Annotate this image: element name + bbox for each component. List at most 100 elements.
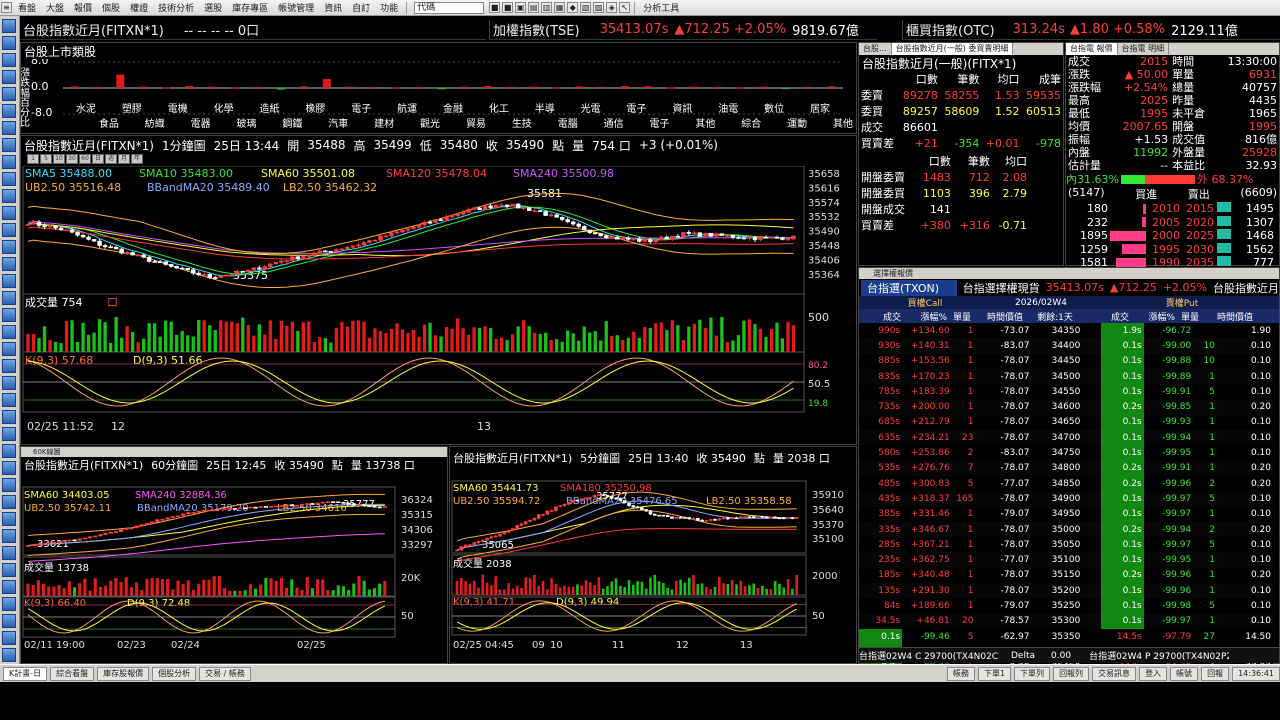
sector-label[interactable]: 通信 — [604, 118, 624, 130]
sector-label[interactable]: 居家 — [810, 102, 830, 115]
sector-bar[interactable] — [781, 88, 790, 89]
period-btn-week[interactable]: 週 — [105, 154, 117, 164]
tool-icon-3[interactable]: ▣ — [515, 2, 527, 13]
call-price[interactable]: 185s — [859, 568, 902, 583]
sector-label[interactable]: 建材 — [374, 117, 394, 130]
period-btn-5[interactable]: 5 — [40, 154, 52, 164]
side-tool-icon[interactable] — [2, 206, 16, 220]
chart2-tab[interactable]: 60K線圖 — [21, 447, 447, 457]
put-price[interactable]: 0.1s — [1100, 491, 1144, 507]
side-tool-icon[interactable] — [2, 393, 16, 407]
sector-bar[interactable] — [689, 86, 698, 88]
put-price[interactable]: 0.1s — [1100, 583, 1144, 599]
analysis-tools-menu[interactable]: 分析工具 — [638, 1, 684, 14]
bottom-btn-order1[interactable]: 下單1 — [977, 666, 1012, 681]
sector-bar[interactable] — [208, 86, 217, 88]
expiry-select[interactable]: 2026/02W4 — [991, 298, 1091, 308]
side-tool-icon[interactable] — [2, 597, 16, 611]
chart1-canvas[interactable]: SMA5 35488.00 SMA10 35483.00 SMA60 35501… — [21, 166, 856, 444]
side-tool-icon[interactable] — [2, 36, 16, 50]
sector-bar[interactable] — [827, 86, 836, 88]
sector-label[interactable]: 電子 — [351, 103, 371, 115]
call-price[interactable]: 34.5s — [859, 614, 902, 629]
sector-label[interactable]: 半導 — [535, 102, 555, 115]
sector-label[interactable]: 綜合 — [741, 117, 761, 130]
sector-bar[interactable] — [231, 87, 240, 89]
bottom-btn-acct[interactable]: 帳號 — [1170, 666, 1199, 681]
tool-icon-4[interactable]: ▤ — [528, 2, 540, 13]
chart3-period[interactable]: 5分鐘圖 — [580, 450, 620, 465]
side-tool-icon[interactable] — [2, 376, 16, 390]
side-tool-icon[interactable] — [2, 104, 16, 118]
menu-item-account[interactable]: 帳號管理 — [273, 1, 319, 14]
sector-label[interactable]: 橡膠 — [305, 102, 325, 115]
sector-bar[interactable] — [391, 87, 400, 89]
bottom-tab-inventory[interactable]: 庫存股報價 — [97, 666, 150, 681]
side-tool-icon[interactable] — [2, 87, 16, 101]
sector-label[interactable]: 食品 — [99, 117, 119, 130]
bottom-tab-overview[interactable]: 綜合看盤 — [50, 666, 95, 681]
options-row[interactable]: 930s +140.31 1 -83.07 34400 0.1s -99.00 10 0.10 — [859, 338, 1273, 354]
period-btn-10[interactable]: 10 — [53, 154, 65, 164]
sector-bar[interactable] — [621, 86, 630, 88]
menu-item-custom[interactable]: 自訂 — [347, 1, 375, 14]
sector-bar[interactable] — [529, 86, 538, 88]
chart2-canvas[interactable]: SMA60 34403.05 SMA240 32884.36 UB2.50 35… — [21, 473, 447, 663]
sector-bar[interactable] — [437, 88, 446, 90]
sector-label[interactable]: 觀光 — [420, 117, 440, 130]
options-row[interactable]: 385s +331.46 1 -79.07 34950 0.1s -99.97 1 0.10 — [859, 506, 1273, 522]
call-price[interactable]: 885s — [859, 354, 902, 369]
sector-bar[interactable] — [598, 87, 607, 89]
chart2-period[interactable]: 60分鐘圖 — [151, 457, 198, 472]
side-tool-icon[interactable] — [2, 308, 16, 322]
options-row[interactable]: 785s +183.39 1 -78.07 34550 0.1s -99.91 5 0.10 — [859, 384, 1273, 400]
put-price[interactable]: 0.1s — [1100, 384, 1144, 400]
side-tool-icon[interactable] — [2, 614, 16, 628]
order-book-row[interactable]: 1895 2000 2025 1468 — [1066, 229, 1279, 243]
menu-item-warrant[interactable]: 權證 — [125, 1, 153, 14]
sector-bar[interactable] — [758, 86, 767, 88]
sector-label[interactable]: 運動 — [787, 117, 807, 130]
side-tool-icon[interactable] — [2, 291, 16, 305]
side-tool-icon[interactable] — [2, 70, 16, 84]
call-price[interactable]: 635s — [859, 430, 902, 445]
side-tool-icon[interactable] — [2, 342, 16, 356]
options-tab[interactable]: 選擇權報價 — [859, 268, 1279, 279]
sector-label[interactable]: 金融 — [443, 102, 463, 115]
options-row[interactable]: 535s +276.76 7 -78.07 34800 0.2s -99.91 1 0.20 — [859, 460, 1273, 476]
side-tool-icon[interactable] — [2, 325, 16, 339]
bid-price[interactable]: 2005 — [1146, 216, 1180, 229]
sector-bar[interactable] — [460, 86, 469, 88]
sector-bar[interactable] — [804, 87, 813, 89]
options-row[interactable]: 84s +189.66 1 -79.07 35250 0.1s -99.98 5 0.10 — [859, 598, 1273, 614]
put-price[interactable]: 0.2s — [1100, 460, 1144, 476]
side-tool-icon[interactable] — [2, 580, 16, 594]
sector-label[interactable]: 電機 — [168, 102, 188, 115]
put-price[interactable]: 0.2s — [1100, 567, 1144, 584]
menu-item-inventory[interactable]: 庫存專區 — [227, 1, 273, 14]
side-tool-icon[interactable] — [2, 121, 16, 135]
sector-bar[interactable] — [139, 86, 148, 88]
put-price[interactable]: 0.1s — [1100, 598, 1144, 614]
bottom-btn-report-bar[interactable]: 回報列 — [1053, 666, 1090, 681]
bid-price[interactable]: 1995 — [1146, 243, 1180, 256]
menu-item-function[interactable]: 功能 — [375, 1, 403, 14]
period-btn-60[interactable]: 60 — [79, 154, 91, 164]
sector-label[interactable]: 化學 — [214, 102, 234, 115]
put-price[interactable]: 0.1s — [1100, 368, 1144, 385]
put-price[interactable]: 0.2s — [1100, 521, 1144, 538]
put-price[interactable]: 0.1s — [1100, 353, 1144, 369]
call-price[interactable]: 685s — [859, 415, 902, 430]
options-row[interactable]: 135s +291.30 1 -78.07 35200 0.1s -99.96 1 0.10 — [859, 583, 1273, 599]
sector-bar[interactable] — [322, 79, 331, 88]
put-price[interactable]: 0.1s — [1100, 613, 1144, 629]
sector-bar[interactable] — [712, 87, 721, 89]
sector-bar[interactable] — [70, 86, 79, 88]
tab-quote[interactable]: 台指電 報價 — [1066, 43, 1118, 55]
tool-icon-7[interactable]: ◆ — [567, 2, 579, 13]
options-row[interactable]: 435s +318.37 165 -78.07 34900 0.1s -99.97 5 0.10 — [859, 491, 1273, 507]
put-price[interactable]: 1.9s — [1100, 323, 1144, 339]
call-price[interactable]: 135s — [859, 583, 902, 598]
put-price[interactable]: 14.5s — [1101, 629, 1144, 644]
sector-bar[interactable] — [93, 87, 102, 89]
